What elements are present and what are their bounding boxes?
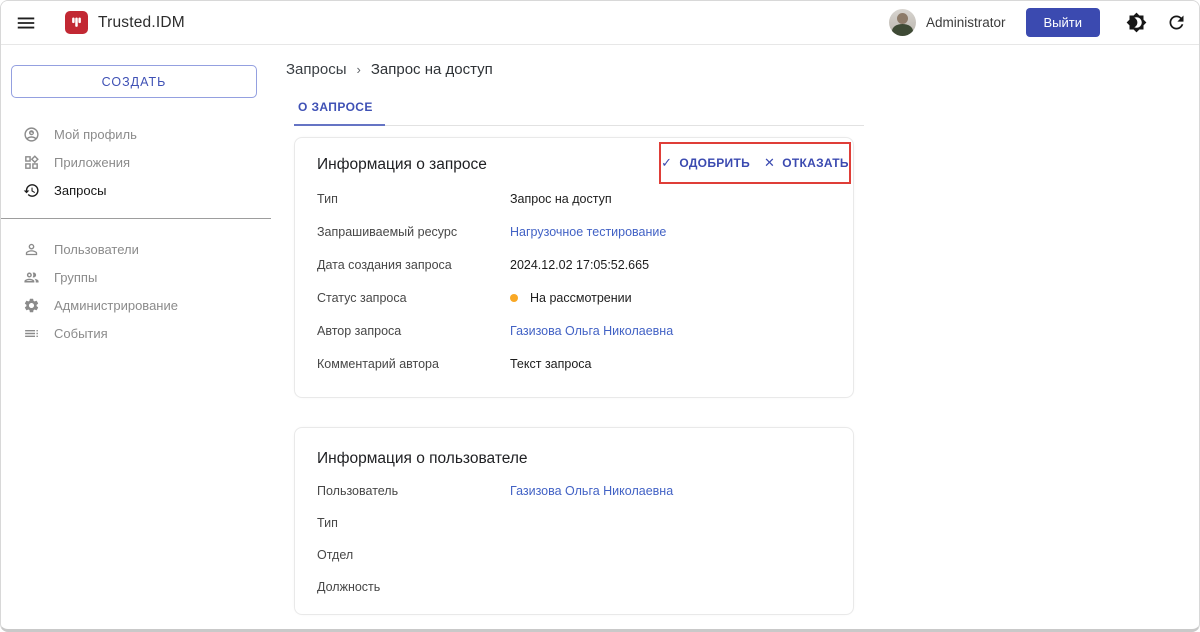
sidebar-item-label: Группы xyxy=(54,270,97,285)
field-label: Автор запроса xyxy=(317,324,510,338)
field-label: Отдел xyxy=(317,548,510,562)
sidebar-item-label: Мой профиль xyxy=(54,127,137,142)
sidebar-group-admin: Пользователи Группы Администрирование Событ… xyxy=(1,235,271,347)
field-label: Тип xyxy=(317,516,510,530)
sidebar: СОЗДАТЬ Мой профиль Приложения Запросы Пол… xyxy=(1,45,271,632)
field-row: Тип xyxy=(317,516,831,548)
refresh-icon[interactable] xyxy=(1166,12,1187,33)
user-name: Administrator xyxy=(926,15,1006,30)
status-text: На рассмотрении xyxy=(530,291,632,305)
field-row: ТипЗапрос на доступ xyxy=(317,192,831,225)
check-icon: ✓ xyxy=(661,155,672,171)
brand-name: Trusted.IDM xyxy=(98,14,185,32)
group-icon xyxy=(23,269,40,286)
sidebar-divider xyxy=(1,218,271,219)
user-avatar[interactable] xyxy=(889,9,916,36)
menu-icon[interactable] xyxy=(15,12,37,34)
field-value-link[interactable]: Газизова Ольга Николаевна xyxy=(510,484,673,498)
field-label: Запрашиваемый ресурс xyxy=(317,225,510,239)
breadcrumb-requests[interactable]: Запросы xyxy=(286,61,347,78)
status-dot-icon xyxy=(510,294,518,302)
gear-icon xyxy=(23,297,40,314)
breadcrumb: Запросы › Запрос на доступ xyxy=(286,61,1199,78)
person-icon xyxy=(23,241,40,258)
field-value-link[interactable]: Нагрузочное тестирование xyxy=(510,225,666,239)
field-row: Статус запроса На рассмотрении xyxy=(317,291,831,324)
field-row: Автор запросаГазизова Ольга Николаевна xyxy=(317,324,831,357)
toc-icon xyxy=(23,325,40,342)
field-label: Тип xyxy=(317,192,510,206)
sidebar-item-my-profile[interactable]: Мой профиль xyxy=(1,120,271,148)
brand-logo-icon xyxy=(65,11,88,34)
field-row: ПользовательГазизова Ольга Николаевна xyxy=(317,484,831,516)
sidebar-item-events[interactable]: События xyxy=(1,319,271,347)
sidebar-item-users[interactable]: Пользователи xyxy=(1,235,271,263)
sidebar-item-groups[interactable]: Группы xyxy=(1,263,271,291)
field-label: Должность xyxy=(317,580,510,594)
field-label: Комментарий автора xyxy=(317,357,510,371)
request-fields: ТипЗапрос на доступЗапрашиваемый ресурсН… xyxy=(317,192,831,390)
sidebar-item-label: Приложения xyxy=(54,155,130,170)
sidebar-item-administration[interactable]: Администрирование xyxy=(1,291,271,319)
field-row: Дата создания запроса2024.12.02 17:05:52… xyxy=(317,258,831,291)
widgets-icon xyxy=(23,154,40,171)
user-fields: ПользовательГазизова Ольга НиколаевнаТип… xyxy=(317,484,831,612)
field-label: Пользователь xyxy=(317,484,510,498)
close-icon: ✕ xyxy=(764,155,775,171)
sidebar-item-label: Администрирование xyxy=(54,298,178,313)
sidebar-item-label: Запросы xyxy=(54,183,106,198)
breadcrumb-separator-icon: › xyxy=(357,62,361,77)
sidebar-item-label: События xyxy=(54,326,108,341)
approve-label: ОДОБРИТЬ xyxy=(679,156,750,170)
field-value: 2024.12.02 17:05:52.665 xyxy=(510,258,649,272)
top-bar: Trusted.IDM Administrator Выйти xyxy=(1,1,1199,45)
create-button[interactable]: СОЗДАТЬ xyxy=(11,65,257,98)
sidebar-item-requests[interactable]: Запросы xyxy=(1,176,271,204)
reject-button[interactable]: ✕ ОТКАЗАТЬ xyxy=(764,155,849,171)
main-content: Запросы › Запрос на доступ О ЗАПРОСЕ Инф… xyxy=(271,45,1199,632)
field-row: Отдел xyxy=(317,548,831,580)
tab-about-request[interactable]: О ЗАПРОСЕ xyxy=(294,100,385,126)
sidebar-item-applications[interactable]: Приложения xyxy=(1,148,271,176)
approve-reject-highlight: ✓ ОДОБРИТЬ ✕ ОТКАЗАТЬ xyxy=(659,142,851,184)
reject-label: ОТКАЗАТЬ xyxy=(782,156,849,170)
user-card-title: Информация о пользователе xyxy=(317,450,831,468)
theme-toggle-icon[interactable] xyxy=(1126,12,1147,33)
account-circle-icon xyxy=(23,126,40,143)
request-info-card: Информация о запросе ✓ ОДОБРИТЬ ✕ ОТКАЗА… xyxy=(294,137,854,398)
field-label: Статус запроса xyxy=(317,291,510,305)
field-value: Текст запроса xyxy=(510,357,592,371)
logout-button[interactable]: Выйти xyxy=(1026,8,1101,37)
field-label: Дата создания запроса xyxy=(317,258,510,272)
sidebar-group-main: Мой профиль Приложения Запросы xyxy=(1,120,271,204)
app-window: Trusted.IDM Administrator Выйти СОЗДАТЬ … xyxy=(0,0,1200,632)
approve-button[interactable]: ✓ ОДОБРИТЬ xyxy=(661,155,750,171)
history-icon xyxy=(23,182,40,199)
breadcrumb-current: Запрос на доступ xyxy=(371,61,493,78)
field-row: Должность xyxy=(317,580,831,612)
user-info-card: Информация о пользователе ПользовательГа… xyxy=(294,427,854,615)
field-value-link[interactable]: Газизова Ольга Николаевна xyxy=(510,324,673,338)
field-row: Запрашиваемый ресурсНагрузочное тестиров… xyxy=(317,225,831,258)
field-row: Комментарий автораТекст запроса xyxy=(317,357,831,390)
sidebar-item-label: Пользователи xyxy=(54,242,139,257)
field-value: Запрос на доступ xyxy=(510,192,612,206)
tabs-row: О ЗАПРОСЕ xyxy=(294,100,864,126)
